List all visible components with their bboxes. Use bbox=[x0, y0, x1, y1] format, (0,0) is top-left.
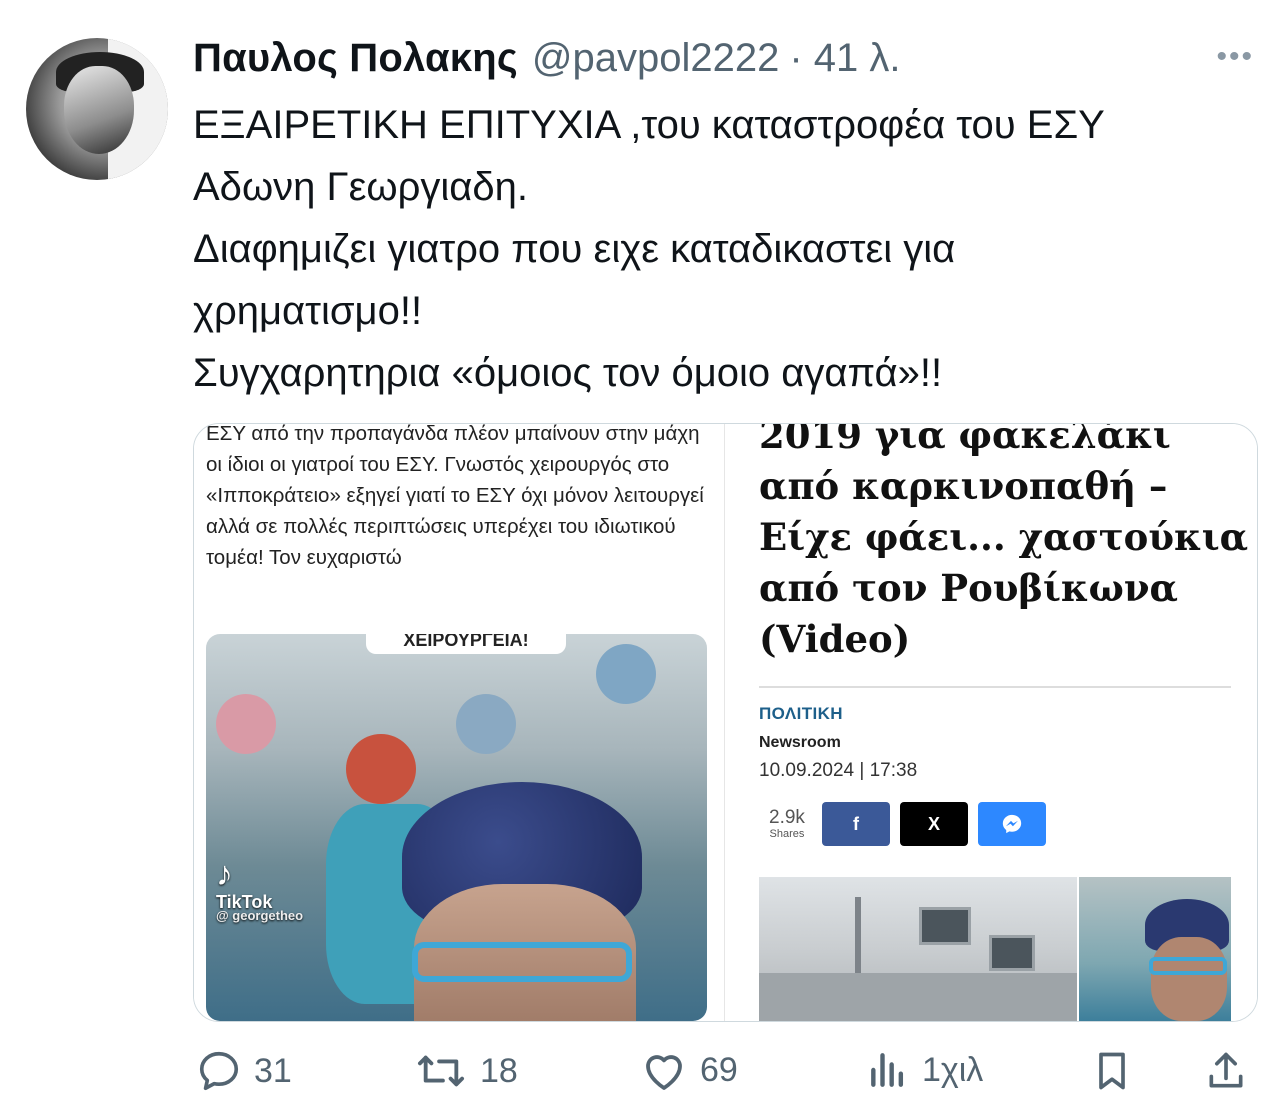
tiktok-username: @ georgetheo bbox=[216, 908, 304, 923]
retweet-count: 18 bbox=[480, 1051, 518, 1090]
staff-figure bbox=[596, 644, 656, 704]
media-left-image[interactable]: ΕΣΥ από την προπαγάνδα πλέον μπαίνουν στ… bbox=[194, 424, 724, 1021]
media-right-image[interactable]: 2019 για φακελάκι από καρκινοπαθή – Είχε… bbox=[725, 424, 1257, 1021]
x-share-button: X bbox=[900, 802, 968, 846]
article-date: 10.09.2024 | 17:38 bbox=[759, 760, 918, 781]
article-photo-surgeon bbox=[1079, 877, 1231, 1021]
share-count-number: 2.9k bbox=[769, 807, 805, 828]
staff-figure bbox=[346, 734, 416, 804]
surgeon-face bbox=[1151, 937, 1227, 1021]
facebook-icon: f bbox=[853, 813, 859, 834]
tweet-text: ΕΞΑΙΡΕΤΙΚΗ ΕΠΙΤΥΧΙΑ ,του καταστροφέα του… bbox=[193, 103, 1105, 395]
surgeon-glasses bbox=[412, 942, 632, 982]
views-button[interactable]: 1χιλ bbox=[866, 1048, 983, 1092]
like-button[interactable]: 69 bbox=[640, 1048, 738, 1092]
reply-button[interactable]: 31 bbox=[196, 1048, 292, 1094]
share-count-label: Shares bbox=[769, 828, 805, 840]
share-button[interactable] bbox=[1204, 1048, 1248, 1094]
reply-icon bbox=[199, 1051, 239, 1091]
bookmark-button[interactable] bbox=[1090, 1048, 1134, 1094]
article-photo-icu bbox=[759, 877, 1077, 1021]
medical-monitor bbox=[919, 907, 971, 945]
views-count: 1χιλ bbox=[922, 1050, 984, 1089]
tiktok-watermark: ♪ TikTok bbox=[216, 856, 272, 913]
hospital-bed bbox=[759, 973, 1077, 1021]
video-thumbnail[interactable]: ΧΕΙΡΟΥΡΓΕΙΑ! ♪ TikTok @ georgetheo bbox=[206, 634, 707, 1021]
media-card[interactable]: ΕΣΥ από την προπαγάνδα πλέον μπαίνουν στ… bbox=[193, 423, 1258, 1022]
article-category: ΠΟΛΙΤΙΚΗ bbox=[759, 704, 843, 723]
heart-icon bbox=[646, 1055, 682, 1090]
left-image-text: ΕΣΥ από την προπαγάνδα πλέον μπαίνουν στ… bbox=[206, 423, 704, 569]
messenger-icon bbox=[1002, 814, 1022, 834]
surgeon-glasses bbox=[1149, 957, 1227, 975]
tiktok-icon: ♪ bbox=[216, 855, 233, 893]
retweet-button[interactable]: 18 bbox=[414, 1048, 518, 1094]
like-count: 69 bbox=[700, 1050, 738, 1089]
retweet-icon bbox=[418, 1055, 465, 1087]
tweet-actions: 31 18 69 1χιλ bbox=[0, 1040, 1284, 1100]
more-dots-icon[interactable]: ••• bbox=[1216, 40, 1254, 74]
article-rule bbox=[759, 686, 1231, 688]
staff-figure bbox=[456, 694, 516, 754]
author-avatar[interactable] bbox=[26, 38, 168, 180]
reply-count: 31 bbox=[254, 1051, 292, 1090]
video-banner: ΧΕΙΡΟΥΡΓΕΙΑ! bbox=[366, 634, 566, 654]
avatar-face bbox=[64, 66, 134, 154]
tweet-time[interactable]: · 41 λ. bbox=[789, 36, 900, 81]
share-icon bbox=[1209, 1052, 1243, 1088]
x-icon: X bbox=[927, 813, 940, 834]
views-icon bbox=[871, 1053, 904, 1087]
share-count: 2.9k Shares bbox=[769, 807, 805, 841]
author-name[interactable]: Παυλος Πολακης bbox=[193, 36, 518, 81]
author-handle[interactable]: @pavpol2222 bbox=[532, 36, 779, 81]
bookmark-icon bbox=[1099, 1052, 1125, 1090]
facebook-share-button: f bbox=[822, 802, 890, 846]
messenger-share-button bbox=[978, 802, 1046, 846]
tweet-header: Παυλος Πολακης @pavpol2222 · 41 λ. bbox=[193, 36, 901, 86]
medical-monitor bbox=[989, 935, 1035, 971]
article-author: Newsroom bbox=[759, 734, 841, 751]
article-headline: 2019 για φακελάκι από καρκινοπαθή – Είχε… bbox=[759, 423, 1249, 661]
staff-figure bbox=[216, 694, 276, 754]
